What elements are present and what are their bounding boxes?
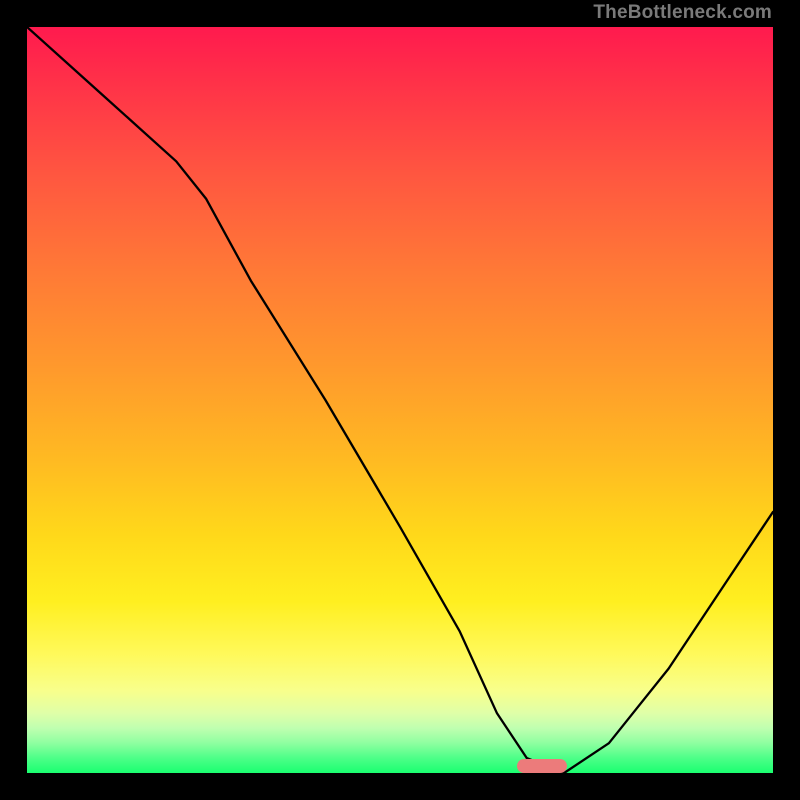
gradient-background [27, 27, 773, 773]
chart-frame [20, 20, 780, 780]
